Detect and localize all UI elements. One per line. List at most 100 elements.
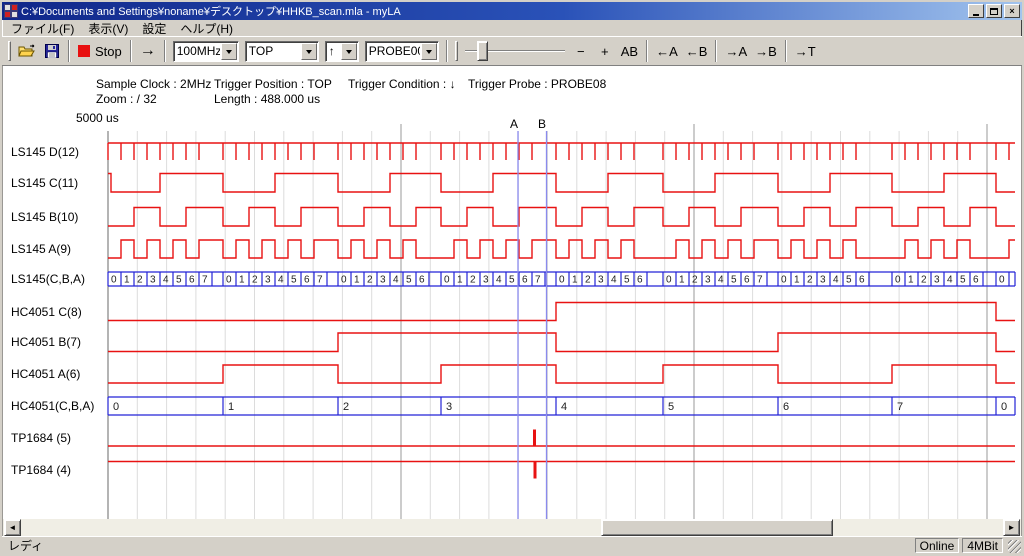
svg-text:0: 0 bbox=[341, 275, 347, 286]
zoom-ab-button[interactable]: AB bbox=[617, 39, 642, 63]
online-status-badge: Online bbox=[915, 538, 960, 553]
svg-text:1: 1 bbox=[572, 275, 578, 286]
svg-text:0: 0 bbox=[559, 275, 565, 286]
menu-settings[interactable]: 設定 bbox=[135, 20, 173, 37]
svg-text:5: 5 bbox=[846, 275, 852, 286]
wave-LS145 B(10) bbox=[108, 208, 1015, 227]
trigger-position-combo[interactable]: TOP bbox=[245, 41, 319, 62]
toolbar-separator bbox=[646, 40, 648, 62]
sample-clock-value: 100MHz bbox=[174, 44, 220, 58]
svg-text:1: 1 bbox=[679, 275, 685, 286]
menu-view[interactable]: 表示(V) bbox=[81, 20, 135, 37]
menu-help[interactable]: ヘルプ(H) bbox=[173, 20, 240, 37]
run-button[interactable]: → bbox=[136, 39, 160, 63]
menu-bar: ファイル(F) 表示(V) 設定 ヘルプ(H) bbox=[2, 20, 1022, 36]
svg-text:6: 6 bbox=[189, 275, 195, 286]
svg-text:6: 6 bbox=[783, 401, 789, 413]
toolbar-separator bbox=[164, 40, 166, 62]
zoom-in-button[interactable]: + bbox=[593, 39, 617, 63]
close-button[interactable]: × bbox=[1004, 4, 1020, 18]
zoom-slider[interactable] bbox=[465, 39, 565, 63]
chevron-down-icon[interactable] bbox=[341, 43, 357, 60]
svg-text:4: 4 bbox=[947, 275, 953, 286]
memory-status-badge: 4MBit bbox=[962, 538, 1003, 553]
minimize-icon bbox=[973, 14, 979, 16]
svg-text:1: 1 bbox=[124, 275, 130, 286]
svg-text:2: 2 bbox=[137, 275, 143, 286]
svg-text:5: 5 bbox=[668, 401, 674, 413]
toolbar-gripper bbox=[455, 41, 458, 61]
trigger-probe-combo[interactable]: PROBE00 bbox=[365, 41, 439, 62]
open-folder-icon bbox=[18, 44, 36, 58]
trigger-edge-combo[interactable]: ↑ bbox=[325, 41, 359, 62]
svg-text:2: 2 bbox=[585, 275, 591, 286]
open-file-button[interactable] bbox=[14, 39, 40, 63]
chevron-down-icon[interactable] bbox=[301, 43, 317, 60]
svg-text:5: 5 bbox=[406, 275, 412, 286]
wave-HC4051 C(8) bbox=[108, 303, 1015, 321]
wave-HC4051 A(6) bbox=[108, 365, 1015, 383]
svg-text:4: 4 bbox=[833, 275, 839, 286]
toolbar-gripper[interactable] bbox=[8, 41, 11, 61]
svg-text:2: 2 bbox=[367, 275, 373, 286]
stop-button[interactable]: Stop bbox=[74, 39, 126, 63]
stop-label: Stop bbox=[95, 44, 122, 59]
svg-text:5: 5 bbox=[624, 275, 630, 286]
toolbar-separator bbox=[68, 40, 70, 62]
zoom-slider-thumb[interactable] bbox=[477, 41, 488, 61]
svg-text:0: 0 bbox=[113, 401, 119, 413]
svg-text:6: 6 bbox=[522, 275, 528, 286]
chevron-down-icon[interactable] bbox=[221, 43, 237, 60]
svg-text:4: 4 bbox=[163, 275, 169, 286]
svg-text:0: 0 bbox=[999, 275, 1005, 286]
svg-text:6: 6 bbox=[637, 275, 643, 286]
svg-text:3: 3 bbox=[150, 275, 156, 286]
goto-cursor-a-button[interactable]: ←A bbox=[652, 39, 682, 63]
close-icon: × bbox=[1009, 7, 1014, 16]
svg-text:1: 1 bbox=[794, 275, 800, 286]
svg-text:5: 5 bbox=[509, 275, 515, 286]
svg-text:3: 3 bbox=[598, 275, 604, 286]
resize-grip[interactable] bbox=[1008, 540, 1021, 553]
chevron-down-icon[interactable] bbox=[421, 43, 437, 60]
zoom-out-button[interactable]: − bbox=[569, 39, 593, 63]
svg-text:0: 0 bbox=[1001, 401, 1007, 413]
svg-text:4: 4 bbox=[561, 401, 567, 413]
stop-icon bbox=[78, 45, 90, 57]
status-bar: レディ Online 4MBit bbox=[2, 536, 1022, 554]
scroll-left-button[interactable]: ◄ bbox=[4, 519, 21, 536]
svg-text:0: 0 bbox=[111, 275, 117, 286]
svg-text:3: 3 bbox=[446, 401, 452, 413]
menu-file[interactable]: ファイル(F) bbox=[4, 20, 81, 37]
minimize-button[interactable] bbox=[968, 4, 984, 18]
toolbar-separator bbox=[130, 40, 132, 62]
goto-cursor-b-button[interactable]: ←B bbox=[682, 39, 712, 63]
arrow-right-icon: ► bbox=[1008, 523, 1016, 532]
arrow-left-icon: ◄ bbox=[9, 523, 17, 532]
svg-text:6: 6 bbox=[744, 275, 750, 286]
sample-clock-combo[interactable]: 100MHz bbox=[173, 41, 239, 62]
set-cursor-b-button[interactable]: →B bbox=[751, 39, 781, 63]
svg-text:6: 6 bbox=[419, 275, 425, 286]
wave-LS145 C(11) bbox=[108, 174, 1015, 193]
maximize-icon bbox=[990, 8, 998, 15]
trigger-position-value: TOP bbox=[246, 44, 300, 58]
svg-text:4: 4 bbox=[496, 275, 502, 286]
toolbar-separator bbox=[715, 40, 717, 62]
scrollbar-thumb[interactable] bbox=[601, 519, 833, 536]
title-bar: C:¥Documents and Settings¥noname¥デスクトップ¥… bbox=[2, 2, 1022, 20]
save-file-button[interactable] bbox=[40, 39, 64, 63]
svg-text:3: 3 bbox=[483, 275, 489, 286]
scroll-right-button[interactable]: ► bbox=[1003, 519, 1020, 536]
set-cursor-a-button[interactable]: →A bbox=[721, 39, 751, 63]
svg-text:3: 3 bbox=[380, 275, 386, 286]
svg-text:1: 1 bbox=[228, 401, 234, 413]
horizontal-scrollbar[interactable]: ◄ ► bbox=[2, 519, 1022, 536]
waveform-plot[interactable]: 0123456701234567012345601234567012345601… bbox=[3, 66, 1022, 519]
toolbar: Stop → 100MHz TOP ↑ PROBE00 − + AB bbox=[2, 36, 1022, 66]
svg-text:0: 0 bbox=[444, 275, 450, 286]
save-floppy-icon bbox=[45, 44, 59, 58]
goto-trigger-button[interactable]: →T bbox=[791, 39, 820, 63]
wave-LS145 A(9) bbox=[108, 240, 1015, 258]
maximize-button[interactable] bbox=[986, 4, 1002, 18]
